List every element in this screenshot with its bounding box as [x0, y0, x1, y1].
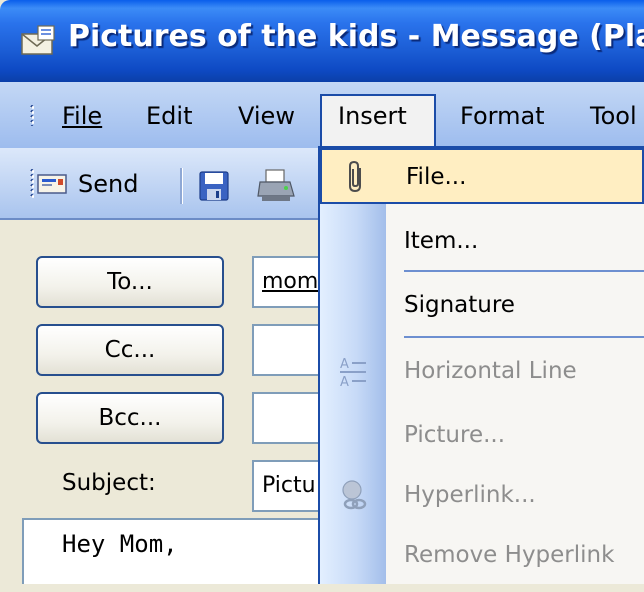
menu-format-label: Format [460, 102, 545, 130]
message-body-text: Hey Mom, [62, 530, 178, 558]
window-title: Pictures of the kids - Message (Plai [68, 19, 644, 54]
message-window: Pictures of the kids - Message (Plai Fil… [0, 0, 644, 592]
cc-button[interactable]: Cc... [36, 324, 224, 376]
message-body[interactable]: Hey Mom, [22, 518, 332, 592]
menu-edit[interactable]: Edit [146, 102, 192, 130]
menu-insert[interactable]: Insert [338, 102, 407, 130]
send-envelope-icon [37, 174, 67, 194]
insert-menu-item-picture: Picture... [320, 408, 644, 464]
toolbar-separator [180, 168, 183, 204]
insert-menu-item-horizontal-line-label: Horizontal Line [404, 358, 577, 384]
insert-menu-item-hyperlink: Hyperlink... [320, 468, 644, 524]
insert-menu-item-remove-hyperlink-label: Remove Hyperlink [404, 542, 615, 568]
insert-menu-item-picture-label: Picture... [404, 422, 506, 448]
horizontal-line-icon: A A [340, 357, 366, 388]
insert-menu-item-item[interactable]: Item... [320, 214, 644, 270]
send-button[interactable]: Send [36, 162, 166, 206]
subject-label: Subject: [62, 470, 156, 496]
title-bar[interactable]: Pictures of the kids - Message (Plai [0, 0, 644, 82]
hyperlink-icon [342, 480, 367, 510]
bcc-button[interactable]: Bcc... [36, 392, 224, 444]
insert-menu-dropdown: File... Item... Signature A A Horizontal… [318, 146, 644, 592]
menu-edit-label: Edit [146, 102, 193, 130]
insert-menu-item-file-label: File... [406, 164, 467, 190]
toolbar-grip-handle[interactable] [30, 168, 34, 198]
paperclip-icon [349, 160, 361, 193]
menu-tools[interactable]: Tool [590, 102, 637, 130]
menu-view-label: View [238, 102, 295, 130]
envelope-icon [21, 25, 55, 55]
insert-menu-item-hyperlink-label: Hyperlink... [404, 482, 536, 508]
save-icon[interactable] [198, 170, 230, 202]
to-button[interactable]: To... [36, 256, 224, 308]
menu-format[interactable]: Format [460, 102, 545, 130]
svg-text:A: A [340, 375, 349, 388]
menu-file-label: File [62, 102, 103, 130]
svg-text:A: A [340, 357, 349, 372]
print-icon[interactable] [256, 168, 296, 204]
insert-menu-item-signature[interactable]: Signature [320, 278, 644, 334]
insert-menu-item-file[interactable]: File... [320, 148, 644, 204]
menu-file[interactable]: File [62, 102, 102, 130]
insert-menu-item-item-label: Item... [404, 228, 479, 254]
insert-menu-item-signature-label: Signature [404, 292, 515, 318]
menu-bar: File Edit View Insert Format Tool [0, 82, 644, 150]
menu-separator [404, 336, 644, 338]
menubar-grip-handle[interactable] [30, 104, 34, 126]
menu-view[interactable]: View [238, 102, 295, 130]
insert-menu-item-horizontal-line: A A Horizontal Line [320, 344, 644, 400]
send-label: Send [78, 170, 139, 198]
window-bottom-edge [0, 584, 644, 592]
menu-tools-label: Tool [590, 102, 637, 130]
insert-menu-item-remove-hyperlink: Remove Hyperlink [320, 528, 644, 584]
menu-separator [404, 270, 644, 272]
menu-insert-label: Insert [338, 102, 407, 130]
